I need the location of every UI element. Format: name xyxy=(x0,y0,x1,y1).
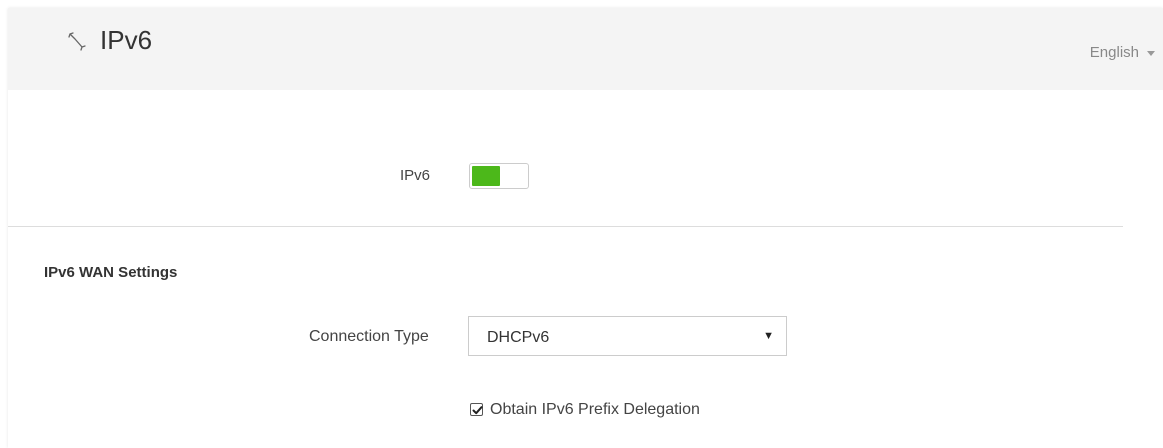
language-label: English xyxy=(1089,44,1139,61)
connection-type-label: Connection Type xyxy=(309,328,429,345)
toggle-on-indicator xyxy=(472,166,500,186)
caret-down-icon xyxy=(1147,50,1155,56)
connection-type-select[interactable]: DHCPv6 ▼ xyxy=(468,316,787,356)
prefix-delegation-label: Obtain IPv6 Prefix Delegation xyxy=(490,401,700,418)
ipv6-toggle-label: IPv6 xyxy=(400,167,431,184)
prefix-delegation-checkbox[interactable] xyxy=(470,403,483,416)
connection-type-value: DHCPv6 xyxy=(487,329,550,346)
prefix-delegation-row: Obtain IPv6 Prefix Delegation xyxy=(8,400,1163,420)
connection-type-row: Connection Type DHCPv6 ▼ xyxy=(8,316,1163,356)
section-divider xyxy=(8,226,1123,227)
page-header: IPv6 English xyxy=(8,8,1163,90)
language-selector[interactable]: English xyxy=(1090,44,1155,61)
checkmark-icon xyxy=(472,406,483,415)
section-title: IPv6 WAN Settings xyxy=(44,264,178,281)
page-title: IPv6 xyxy=(100,25,153,55)
ipv6-toggle-switch[interactable] xyxy=(469,163,529,189)
ipv6-toggle-row: IPv6 xyxy=(8,160,1163,190)
wrench-icon xyxy=(66,30,88,52)
settings-panel: IPv6 English IPv6 IPv6 WAN Settings Conn… xyxy=(8,8,1163,448)
dropdown-arrow-icon: ▼ xyxy=(763,330,774,342)
